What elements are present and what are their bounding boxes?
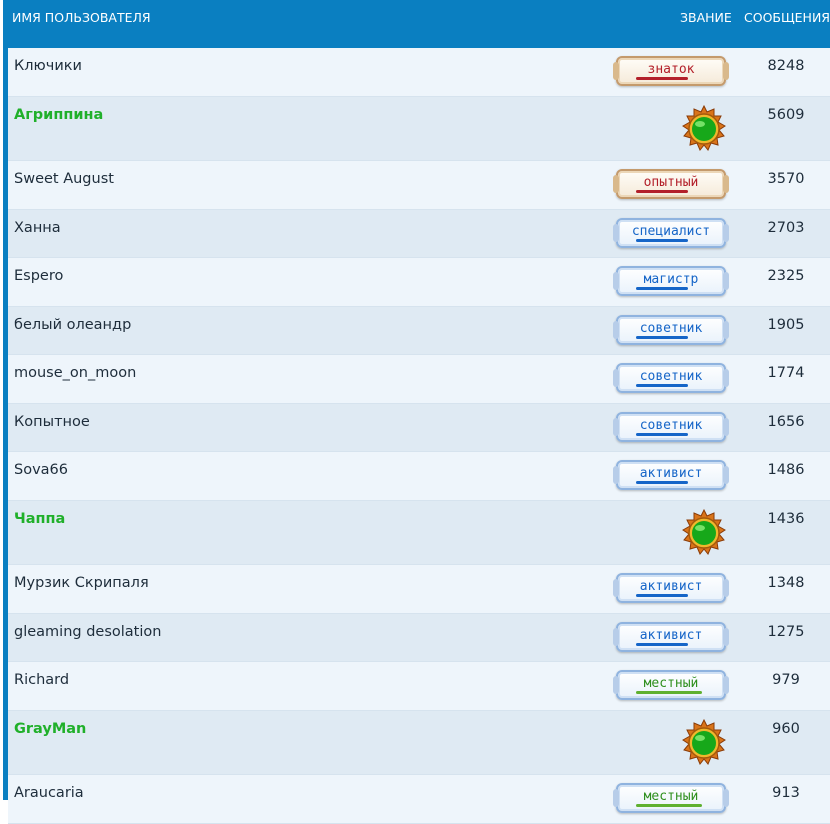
username-link[interactable]: Sweet August: [14, 171, 114, 187]
username-link[interactable]: Копытное: [14, 414, 90, 430]
username-link[interactable]: Мурзик Скрипаля: [14, 575, 149, 591]
rank-bar: [636, 691, 702, 694]
rank-label: знаток: [647, 62, 695, 77]
username-link[interactable]: Чаппа: [14, 511, 65, 527]
rank-label: местный: [643, 676, 699, 691]
user-list: Ключики знаток 8248 Агриппина 5609 Sweet…: [8, 48, 830, 824]
rank-label: советник: [639, 369, 703, 384]
username-link[interactable]: Ключики: [14, 58, 82, 74]
rank-bar: [636, 432, 688, 436]
post-count: 2325: [767, 268, 805, 284]
table-row: gleaming desolation активист 1275: [8, 613, 830, 662]
column-header-posts[interactable]: СООБЩЕНИЯ: [744, 10, 830, 25]
table-row: Araucaria местный 913: [8, 775, 830, 824]
post-count: 1348: [767, 575, 805, 591]
table-row: Sweet August опытный 3570: [8, 161, 830, 210]
post-count: 1275: [767, 623, 805, 640]
username-link[interactable]: Araucaria: [14, 785, 84, 801]
username-link[interactable]: GrayMan: [14, 721, 86, 737]
rank-badge: специалист: [613, 217, 729, 248]
post-count: 1436: [767, 510, 805, 527]
rank-label: местный: [643, 789, 699, 804]
username-link[interactable]: Sova66: [14, 462, 68, 478]
rank-bar: [636, 594, 688, 597]
rank-label: опытный: [643, 175, 699, 190]
post-count: 1774: [767, 365, 805, 381]
rank-badge: советник: [613, 363, 729, 393]
rank-badge: активист: [613, 621, 729, 652]
rank-badge: местный: [613, 670, 729, 700]
rank-bar: [636, 804, 702, 807]
post-count: 979: [772, 672, 800, 688]
rank-bar: [636, 238, 688, 242]
table-row: Мурзик Скрипаля активист 1348: [8, 565, 830, 614]
table-row: GrayMan 960: [8, 710, 830, 775]
rank-label: магистр: [643, 272, 699, 287]
table-row: Ханна специалист 2703: [8, 209, 830, 258]
table-row: белый олеандр советник 1905: [8, 306, 830, 355]
rank-bar: [636, 384, 688, 387]
username-link[interactable]: белый олеандр: [14, 317, 131, 333]
column-header-rank: ЗВАНИЕ: [680, 10, 732, 25]
username-link[interactable]: Richard: [14, 672, 69, 688]
table-row: Espero магистр 2325: [8, 258, 830, 307]
table-row: Агриппина 5609: [8, 96, 830, 161]
post-count: 1656: [767, 413, 805, 430]
table-row: Richard местный 979: [8, 662, 830, 711]
post-count: 3570: [767, 171, 805, 187]
rank-label: активист: [639, 627, 703, 643]
post-count: 1486: [767, 462, 805, 478]
rank-label: активист: [639, 466, 703, 481]
rank-bar: [636, 190, 688, 193]
rank-bar: [636, 335, 688, 339]
moderator-medal-icon: [682, 508, 726, 555]
username-link[interactable]: Ханна: [14, 220, 61, 236]
username-link[interactable]: Агриппина: [14, 107, 103, 123]
post-count: 960: [772, 720, 800, 737]
rank-bar: [636, 287, 688, 290]
moderator-medal-icon: [682, 718, 726, 765]
post-count: 5609: [767, 106, 805, 123]
table-row: mouse_on_moon советник 1774: [8, 355, 830, 404]
username-link[interactable]: mouse_on_moon: [14, 365, 136, 381]
post-count: 913: [772, 785, 800, 801]
rank-badge: активист: [613, 573, 729, 603]
rank-badge: советник: [613, 411, 729, 442]
rank-badge: опытный: [613, 169, 729, 199]
rank-badge: знаток: [613, 56, 729, 86]
rank-badge: активист: [613, 460, 729, 490]
table-row: Ключики знаток 8248: [8, 48, 830, 97]
rank-label: советник: [639, 320, 703, 336]
rank-label: активист: [639, 579, 703, 594]
table-header: ИМЯ ПОЛЬЗОВАТЕЛЯ ЗВАНИЕ СООБЩЕНИЯ: [4, 0, 830, 46]
rank-label: специалист: [631, 223, 711, 239]
rank-bar: [636, 481, 688, 484]
moderator-medal-icon: [682, 104, 726, 151]
rank-bar: [636, 77, 688, 80]
username-link[interactable]: gleaming desolation: [14, 624, 161, 640]
column-header-username[interactable]: ИМЯ ПОЛЬЗОВАТЕЛЯ: [12, 10, 151, 25]
table-row: Чаппа 1436: [8, 500, 830, 565]
rank-badge: местный: [613, 783, 729, 813]
rank-badge: магистр: [613, 266, 729, 296]
rank-bar: [636, 642, 688, 646]
table-row: Sova66 активист 1486: [8, 452, 830, 501]
table-row: Копытное советник 1656: [8, 403, 830, 452]
post-count: 1905: [767, 316, 805, 333]
username-link[interactable]: Espero: [14, 268, 63, 284]
post-count: 2703: [767, 219, 805, 236]
post-count: 8248: [767, 58, 805, 74]
rank-label: советник: [639, 417, 703, 433]
rank-badge: советник: [613, 314, 729, 345]
